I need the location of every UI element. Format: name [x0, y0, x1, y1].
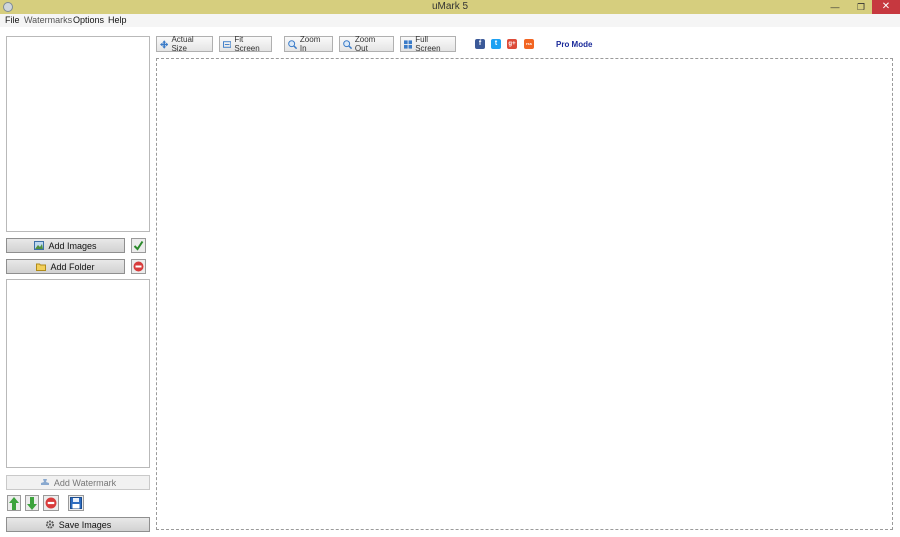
checkmark-icon [133, 240, 144, 251]
add-folder-button[interactable]: Add Folder [6, 259, 125, 274]
add-watermark-button[interactable]: Add Watermark [6, 475, 150, 490]
save-images-label: Save Images [58, 519, 112, 530]
actual-size-button[interactable]: Actual Size [156, 35, 213, 53]
preview-canvas[interactable] [156, 58, 893, 530]
save-images-button[interactable]: Save Images [6, 517, 150, 532]
facebook-icon[interactable]: f [475, 39, 485, 49]
zoom-in-label: Zoom In [299, 35, 321, 53]
window-title: uMark 5 [431, 1, 469, 12]
gear-icon [45, 520, 54, 529]
move-up-button[interactable] [7, 495, 21, 511]
menu-options[interactable]: Options [73, 15, 104, 25]
fit-screen-icon [223, 40, 232, 48]
full-screen-button[interactable]: Full Screen [400, 35, 456, 53]
zoom-out-label: Zoom Out [354, 35, 376, 53]
menu-file[interactable]: File [5, 15, 20, 25]
stamp-icon [40, 479, 49, 485]
zoom-out-button[interactable]: Zoom Out [339, 35, 394, 53]
menu-watermarks[interactable]: Watermarks [24, 15, 72, 25]
full-screen-icon [404, 39, 413, 49]
close-button[interactable]: ✕ [872, 0, 900, 14]
delete-watermark-button[interactable] [43, 495, 59, 511]
remove-icon [133, 261, 144, 272]
image-list[interactable] [6, 36, 150, 232]
menu-bar: File Watermarks Options Help [0, 14, 900, 27]
restore-button[interactable]: ❐ [848, 0, 874, 14]
actual-size-icon [160, 39, 169, 49]
save-settings-button[interactable] [68, 495, 84, 511]
fit-screen-label: Fit Screen [234, 35, 260, 53]
rss-icon[interactable]: rss [524, 39, 534, 49]
pro-mode-link[interactable]: Pro Mode [556, 40, 592, 49]
folder-add-icon [36, 263, 47, 271]
title-bar: uMark 5 — ❐ ✕ [0, 0, 900, 14]
minimize-button[interactable]: — [822, 0, 848, 14]
image-add-icon [34, 241, 45, 250]
zoom-out-icon [343, 39, 352, 49]
remove-images-button[interactable] [131, 259, 146, 274]
add-folder-label: Add Folder [50, 261, 95, 272]
watermark-list[interactable] [6, 279, 150, 468]
floppy-disk-icon [70, 497, 82, 509]
menu-help[interactable]: Help [108, 15, 127, 25]
arrow-down-icon [27, 496, 37, 510]
arrow-up-icon [9, 496, 19, 510]
zoom-in-button[interactable]: Zoom In [284, 35, 333, 53]
actual-size-label: Actual Size [171, 35, 194, 53]
select-all-button[interactable] [131, 238, 146, 253]
move-down-button[interactable] [25, 495, 39, 511]
remove-icon [45, 497, 57, 509]
twitter-icon[interactable]: t [491, 39, 501, 49]
googleplus-icon[interactable]: g+ [507, 39, 517, 49]
add-images-button[interactable]: Add Images [6, 238, 125, 253]
add-images-label: Add Images [48, 240, 97, 251]
full-screen-label: Full Screen [415, 35, 441, 53]
fit-screen-button[interactable]: Fit Screen [219, 35, 272, 53]
add-watermark-label: Add Watermark [53, 477, 117, 488]
zoom-in-icon [288, 39, 297, 49]
